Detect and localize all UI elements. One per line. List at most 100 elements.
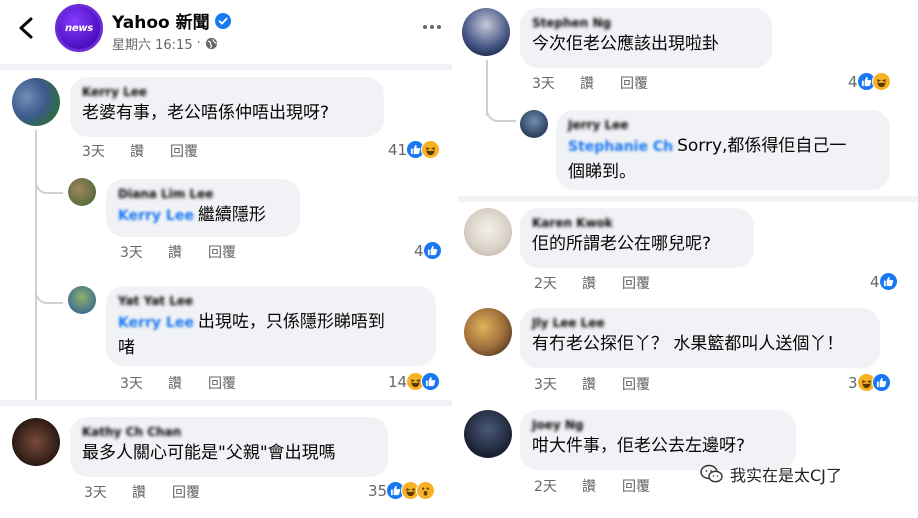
like-link[interactable]: 讚	[582, 374, 622, 394]
reply-link[interactable]: 回覆	[208, 373, 236, 393]
header-divider	[0, 64, 452, 70]
commenter-name[interactable]: Diana Lim Lee	[118, 186, 288, 203]
avatar[interactable]	[12, 78, 60, 126]
haha-reaction-icon	[871, 72, 891, 91]
commenter-name[interactable]: Joey Ng	[532, 417, 784, 434]
comment-time: 3天	[120, 245, 143, 261]
commenter-name[interactable]: Kathy Ch Chan	[82, 424, 376, 441]
comment-time: 3天	[84, 485, 107, 501]
comment-bubble: Karen Kwok 佢的所謂老公在哪兒呢?	[520, 208, 754, 268]
avatar[interactable]	[68, 178, 96, 206]
like-reaction-icon	[878, 272, 898, 291]
comment-body: 繼續隱形	[197, 205, 266, 225]
comment-text: Kerry Lee 出現咗，只係隱形睇唔到	[118, 310, 424, 336]
back-button[interactable]	[12, 12, 40, 44]
thread-connector	[486, 100, 516, 122]
comment-bubble: Jly Lee Lee 有冇老公探佢丫？ 水果籃都叫人送個丫！	[520, 308, 880, 368]
more-options-button[interactable]	[418, 20, 446, 34]
page-avatar[interactable]: news	[55, 4, 103, 52]
reply-link[interactable]: 回覆	[620, 73, 648, 93]
comment-actions: 3天 讚 回覆	[120, 242, 236, 262]
commenter-name[interactable]: Jerry Lee	[568, 117, 878, 134]
comment-body: Sorry,都係得佢自己一	[677, 136, 847, 156]
comment-actions: 3天 讚 回覆	[532, 73, 648, 93]
comment-text-continued: 啫	[118, 338, 135, 358]
reply-link[interactable]: 回覆	[622, 374, 650, 394]
post-meta: 星期六 16:15 ·	[112, 34, 218, 53]
commenter-name[interactable]: Jly Lee Lee	[532, 315, 868, 332]
thread-connector	[35, 172, 63, 194]
reply-link[interactable]: 回覆	[622, 273, 650, 293]
comment-time: 3天	[532, 76, 555, 92]
like-link[interactable]: 讚	[130, 141, 170, 161]
comment-bubble: Kerry Lee 老婆有事，老公唔係仲唔出現呀?	[70, 77, 384, 137]
reaction-summary[interactable]: 35	[368, 481, 436, 500]
comment-actions: 3天 讚 回覆	[534, 374, 650, 394]
reaction-count: 14	[388, 372, 408, 391]
reaction-summary[interactable]: 14	[388, 372, 441, 391]
commenter-name[interactable]: Stephen Ng	[532, 15, 760, 32]
reaction-summary[interactable]: 4	[848, 72, 891, 91]
like-link[interactable]: 讚	[582, 476, 622, 496]
comment-body: 出現咗，只係隱形睇唔到	[197, 312, 385, 332]
comment-time: 2天	[534, 479, 557, 495]
comment-text: 最多人關心可能是"父親"會出現嗎	[82, 443, 336, 463]
comment-bubble: Kathy Ch Chan 最多人關心可能是"父親"會出現嗎	[70, 417, 388, 477]
reaction-summary[interactable]: 4	[414, 241, 442, 260]
reaction-count: 35	[368, 481, 388, 500]
reaction-summary[interactable]: 41	[388, 140, 441, 159]
avatar[interactable]	[464, 410, 512, 458]
avatar[interactable]	[12, 418, 60, 466]
avatar[interactable]	[520, 110, 548, 138]
comment-bubble: Joey Ng 咁大件事，佢老公去左邊呀?	[520, 410, 796, 470]
comment-bubble: Stephen Ng 今次佢老公應該出現啦卦	[520, 8, 772, 68]
like-link[interactable]: 讚	[168, 242, 208, 262]
comment-text: Stephanie Ch Sorry,都係得佢自己一	[568, 134, 878, 160]
left-panel: news Yahoo 新聞 星期六 16:15 · Kerry Lee 老婆有事…	[0, 0, 452, 518]
like-link[interactable]: 讚	[132, 482, 172, 502]
like-reaction-icon	[422, 241, 442, 260]
like-link[interactable]: 讚	[582, 273, 622, 293]
comment-text: 咁大件事，佢老公去左邊呀?	[532, 436, 746, 456]
reaction-summary[interactable]: 3	[848, 373, 891, 392]
page-name-text: Yahoo 新聞	[112, 13, 210, 33]
reaction-summary[interactable]: 4	[870, 272, 898, 291]
comment-bubble: Yat Yat Lee Kerry Lee 出現咗，只係隱形睇唔到 啫	[106, 286, 436, 366]
avatar[interactable]	[68, 286, 96, 314]
like-link[interactable]: 讚	[168, 373, 208, 393]
comment-actions: 3天 讚 回覆	[82, 141, 198, 161]
more-options-dot	[437, 25, 441, 29]
comment-divider	[0, 400, 452, 406]
globe-icon	[205, 37, 217, 50]
comment-actions: 2天 讚 回覆	[534, 273, 650, 293]
mention-tag[interactable]: Stephanie Ch	[568, 139, 673, 155]
page-name[interactable]: Yahoo 新聞	[112, 8, 231, 33]
comment-time: 3天	[82, 144, 105, 160]
commenter-name[interactable]: Kerry Lee	[82, 84, 372, 101]
avatar[interactable]	[464, 208, 512, 256]
mention-tag[interactable]: Kerry Lee	[118, 208, 194, 224]
reply-link[interactable]: 回覆	[172, 482, 200, 502]
reply-link[interactable]: 回覆	[170, 141, 198, 161]
comment-actions: 3天 讚 回覆	[120, 373, 236, 393]
comment-time: 3天	[120, 376, 143, 392]
commenter-name[interactable]: Karen Kwok	[532, 215, 742, 232]
more-options-dot	[430, 25, 434, 29]
comment-actions: 2天 讚 回覆	[534, 476, 650, 496]
commenter-name[interactable]: Yat Yat Lee	[118, 293, 424, 310]
post-header: news Yahoo 新聞 星期六 16:15 ·	[0, 0, 452, 64]
back-arrow-icon	[19, 17, 33, 39]
meta-separator: ·	[196, 36, 201, 51]
reply-link[interactable]: 回覆	[208, 242, 236, 262]
thread-connector	[35, 282, 63, 304]
page-avatar-text: news	[65, 22, 93, 34]
wechat-icon	[700, 464, 723, 483]
reply-link[interactable]: 回覆	[622, 476, 650, 496]
like-link[interactable]: 讚	[580, 73, 620, 93]
comment-time: 3天	[534, 377, 557, 393]
avatar[interactable]	[462, 8, 510, 56]
mention-tag[interactable]: Kerry Lee	[118, 315, 194, 331]
comment-text: 佢的所謂老公在哪兒呢?	[532, 234, 712, 254]
avatar[interactable]	[464, 308, 512, 356]
wow-reaction-icon	[416, 481, 436, 500]
